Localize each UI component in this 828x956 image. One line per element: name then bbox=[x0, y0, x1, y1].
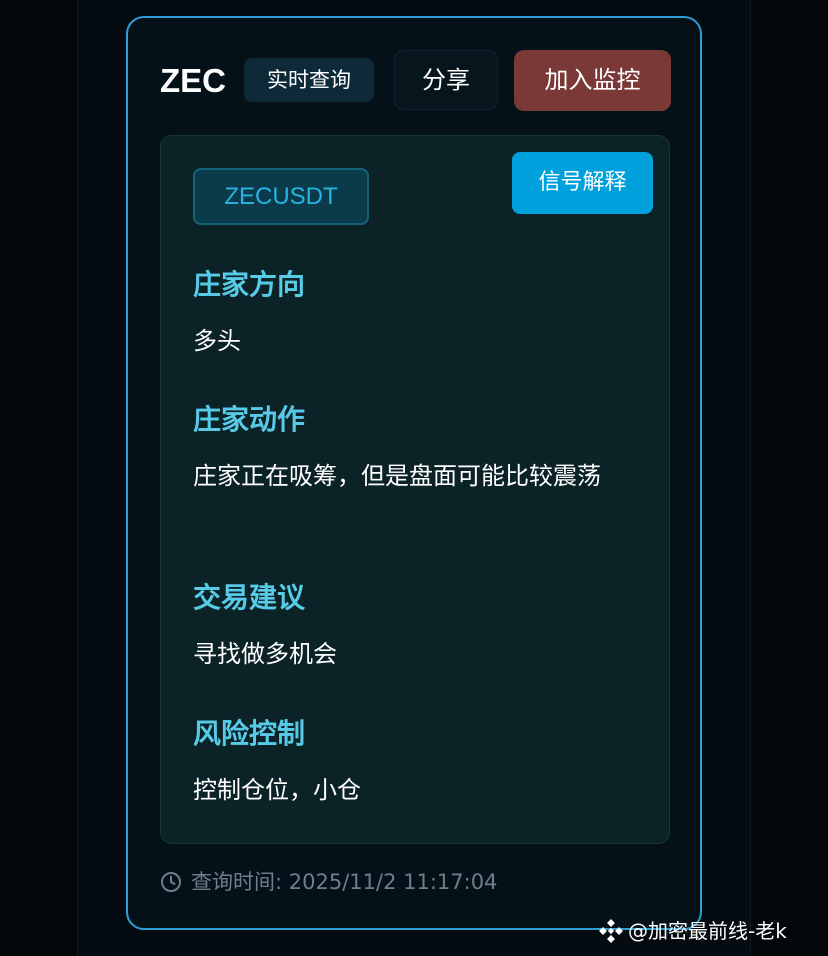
binance-logo-icon bbox=[599, 919, 623, 943]
symbol-badge: ZECUSDT bbox=[193, 168, 369, 225]
query-time-text: 查询时间: 2025/11/2 11:17:04 bbox=[191, 870, 498, 894]
section-title-direction: 庄家方向 bbox=[193, 268, 306, 301]
page: ZEC 实时查询 分享 加入监控 ZECUSDT 信号解释 庄家方向 多头 庄家… bbox=[0, 0, 828, 956]
signal-explain-button[interactable]: 信号解释 bbox=[512, 152, 653, 214]
signal-card: ZEC 实时查询 分享 加入监控 ZECUSDT 信号解释 庄家方向 多头 庄家… bbox=[126, 16, 702, 930]
section-body-direction: 多头 bbox=[193, 327, 241, 355]
share-button[interactable]: 分享 bbox=[394, 50, 498, 110]
coin-name: ZEC bbox=[160, 62, 226, 99]
query-time-row: 查询时间: 2025/11/2 11:17:04 bbox=[160, 867, 497, 897]
watermark: @加密最前线-老k bbox=[598, 916, 787, 946]
clock-icon bbox=[161, 872, 181, 892]
signal-panel: ZECUSDT 信号解释 庄家方向 多头 庄家动作 庄家正在吸筹，但是盘面可能比… bbox=[160, 135, 670, 844]
right-gutter bbox=[750, 0, 828, 956]
add-monitor-button[interactable]: 加入监控 bbox=[514, 50, 671, 111]
section-title-risk: 风险控制 bbox=[193, 717, 306, 750]
section-body-advice: 寻找做多机会 bbox=[193, 640, 337, 668]
watermark-text: @加密最前线-老k bbox=[628, 919, 787, 943]
section-body-risk: 控制仓位，小仓 bbox=[193, 776, 361, 804]
section-title-advice: 交易建议 bbox=[193, 581, 306, 614]
section-body-action: 庄家正在吸筹，但是盘面可能比较震荡 bbox=[193, 462, 601, 490]
realtime-query-tag: 实时查询 bbox=[244, 58, 374, 102]
left-gutter bbox=[0, 0, 78, 956]
section-title-action: 庄家动作 bbox=[193, 403, 306, 436]
